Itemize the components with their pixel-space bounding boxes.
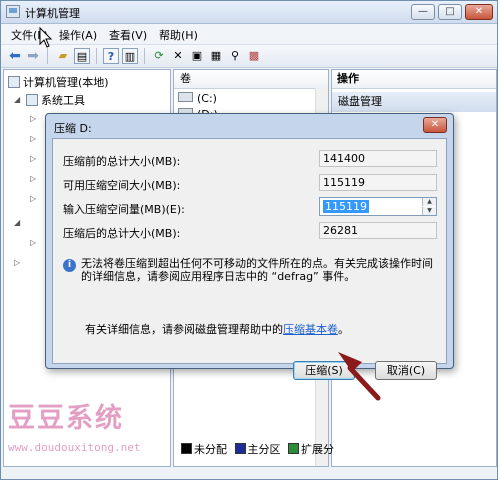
total-size-after-label: 压缩后的总计大小(MB): <box>63 227 181 240</box>
expand-icon[interactable]: ▷ <box>14 258 20 267</box>
shrink-button[interactable]: 压缩(S) <box>293 361 355 380</box>
actions-header: 操作 <box>332 70 496 89</box>
expand-icon[interactable]: ▷ <box>30 134 36 143</box>
show-hide-tree-icon[interactable]: ▤ <box>74 48 90 64</box>
delete-icon[interactable]: ✕ <box>170 48 186 64</box>
total-size-after-value: 26281 <box>319 222 437 239</box>
drive-icon <box>178 92 193 102</box>
computer-icon <box>8 76 20 88</box>
actions-disk-management[interactable]: 磁盘管理 <box>332 92 496 112</box>
expand-icon[interactable]: ▷ <box>30 154 36 163</box>
menu-bar: 文件(F) 操作(A) 查看(V) 帮助(H) <box>1 24 497 45</box>
watermark-url: www.doudouxitong.net <box>8 441 141 454</box>
column-header-volume[interactable]: 卷 <box>174 70 328 89</box>
legend-label: 扩展分 <box>301 443 334 456</box>
tools-icon <box>26 94 38 106</box>
extra-tool-icon[interactable]: ▩ <box>246 48 262 64</box>
toolbar-separator <box>144 48 145 64</box>
toolbar: ⬅ ➡ ▰ ▤ ? ▥ ⟳ ✕ ▣ ▦ ⚲ ▩ <box>1 45 497 68</box>
shrink-amount-input[interactable]: 115119 ▲ ▼ <box>319 197 437 216</box>
help-icon[interactable]: ? <box>103 48 119 64</box>
search-icon[interactable]: ⚲ <box>227 48 243 64</box>
up-folder-icon[interactable]: ▰ <box>55 48 71 64</box>
expand-icon[interactable]: ◢ <box>14 218 20 227</box>
shrink-amount-label: 输入压缩空间量(MB)(E): <box>63 203 185 216</box>
dialog-body: 压缩前的总计大小(MB): 141400 可用压缩空间大小(MB): 11511… <box>52 138 447 380</box>
expand-icon[interactable]: ▷ <box>30 238 36 247</box>
close-button[interactable]: ✕ <box>465 4 493 20</box>
tree-system-tools[interactable]: 系统工具 <box>26 92 85 108</box>
help-link-shrink-basic-volume[interactable]: 压缩基本卷 <box>283 323 338 336</box>
dialog-title: 压缩 D: <box>54 122 92 135</box>
available-space-value: 115119 <box>319 174 437 191</box>
watermark-title: 豆豆系统 <box>8 403 124 434</box>
legend-swatch-primary <box>234 443 246 454</box>
console-icon[interactable]: ▥ <box>122 48 138 64</box>
toolbar-separator <box>96 48 97 64</box>
tree-root-label: 计算机管理(本地) <box>23 76 109 89</box>
legend-swatch-extended <box>288 443 299 454</box>
spin-up-icon[interactable]: ▲ <box>422 198 436 206</box>
export-icon[interactable]: ▦ <box>208 48 224 64</box>
available-space-label: 可用压缩空间大小(MB): <box>63 179 181 192</box>
title-bar[interactable]: 计算机管理 — □ ✕ <box>1 1 497 24</box>
disk-legend: 未分配 主分区 扩展分 <box>177 441 334 457</box>
properties-icon[interactable]: ▣ <box>189 48 205 64</box>
menu-help[interactable]: 帮助(H) <box>159 27 198 43</box>
computer-management-icon <box>6 5 20 18</box>
shrink-amount-value[interactable]: 115119 <box>323 200 369 213</box>
menu-file[interactable]: 文件(F) <box>11 27 48 43</box>
info-icon: i <box>63 259 76 272</box>
refresh-icon[interactable]: ⟳ <box>151 48 167 64</box>
volume-label: (C:) <box>197 92 217 105</box>
toolbar-separator <box>47 48 48 64</box>
maximize-button[interactable]: □ <box>438 4 462 20</box>
dialog-close-button[interactable]: ✕ <box>423 117 447 133</box>
expand-icon[interactable]: ▷ <box>30 114 36 123</box>
window-title: 计算机管理 <box>25 7 80 20</box>
menu-action[interactable]: 操作(A) <box>59 27 97 43</box>
expand-icon[interactable]: ◢ <box>14 95 20 104</box>
help-text: 有关详细信息，请参阅磁盘管理帮助中的压缩基本卷。 <box>85 321 349 337</box>
tree-root[interactable]: 计算机管理(本地) <box>8 74 109 90</box>
tree-system-tools-label: 系统工具 <box>41 94 85 107</box>
help-prefix: 有关详细信息，请参阅磁盘管理帮助中的 <box>85 323 283 336</box>
info-text: 无法将卷压缩到超出任何不可移动的文件所在的点。有关完成该操作时间的详细信息，请参… <box>81 257 433 283</box>
cancel-button[interactable]: 取消(C) <box>375 361 437 380</box>
legend-label: 未分配 <box>194 443 227 456</box>
expand-icon[interactable]: ▷ <box>30 174 36 183</box>
total-size-before-label: 压缩前的总计大小(MB): <box>63 155 181 168</box>
help-suffix: 。 <box>338 323 349 336</box>
expand-icon[interactable]: ▷ <box>30 194 36 203</box>
forward-arrow-icon[interactable]: ➡ <box>25 48 41 64</box>
shrink-dialog: 压缩 D: ✕ 压缩前的总计大小(MB): 141400 可用压缩空间大小(MB… <box>45 113 454 380</box>
legend-label: 主分区 <box>247 443 281 456</box>
total-size-before-value: 141400 <box>319 150 437 167</box>
volume-row[interactable]: (C:) <box>178 92 217 105</box>
back-arrow-icon[interactable]: ⬅ <box>7 48 23 64</box>
legend-swatch-unallocated <box>181 443 192 454</box>
spin-down-icon[interactable]: ▼ <box>422 207 436 215</box>
minimize-button[interactable]: — <box>411 4 435 20</box>
menu-view[interactable]: 查看(V) <box>109 27 147 43</box>
